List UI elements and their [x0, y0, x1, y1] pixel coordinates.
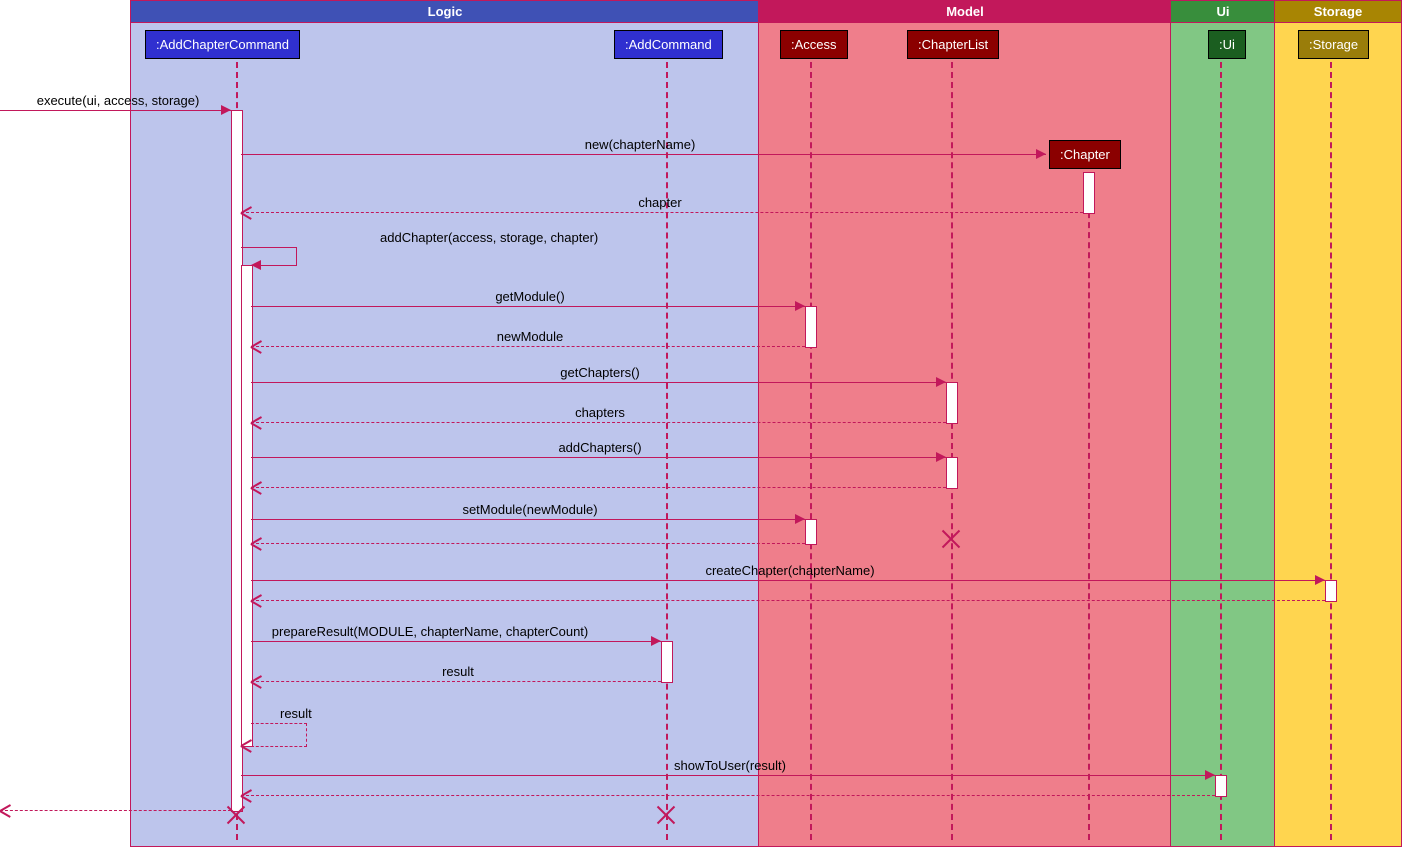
activation-storage — [1325, 580, 1337, 602]
msg-prepareresult-label: prepareResult(MODULE, chapterName, chapt… — [272, 624, 588, 639]
activation-addchaptercommand-inner — [241, 265, 253, 747]
activation-access-1 — [805, 306, 817, 348]
msg-addchapters-label: addChapters() — [558, 440, 641, 455]
arrow-open-icon — [251, 676, 261, 686]
msg-addchapters-return — [251, 487, 946, 489]
activation-ui — [1215, 775, 1227, 797]
arrow-open-icon — [0, 805, 10, 815]
activation-chapterlist-1 — [946, 382, 958, 424]
region-storage: Storage — [1274, 0, 1402, 847]
msg-final-return — [0, 810, 231, 812]
selfmsg-bottom — [251, 265, 297, 266]
participant-ui: :Ui — [1208, 30, 1246, 59]
participant-addchaptercommand: :AddChapterCommand — [145, 30, 300, 59]
arrow-icon — [795, 514, 805, 524]
activation-access-2 — [805, 519, 817, 545]
msg-result-self — [251, 723, 307, 747]
msg-newchapter-label: new(chapterName) — [585, 137, 696, 152]
arrow-icon — [221, 105, 231, 115]
msg-getchapters — [251, 382, 946, 384]
participant-chapterlist: :ChapterList — [907, 30, 999, 59]
msg-result-self-label: result — [280, 706, 312, 721]
msg-createchapter-label: createChapter(chapterName) — [705, 563, 874, 578]
msg-newmodule-label: newModule — [497, 329, 564, 344]
msg-chapter-return-label: chapter — [638, 195, 681, 210]
participant-addcommand: :AddCommand — [614, 30, 723, 59]
arrow-open-icon — [251, 482, 261, 492]
participant-chapter: :Chapter — [1049, 140, 1121, 169]
activation-addcommand — [661, 641, 673, 683]
msg-prepareresult — [251, 641, 661, 643]
msg-chapter-return — [241, 212, 1083, 214]
arrow-icon — [936, 377, 946, 387]
lifeline-addcommand — [666, 62, 668, 840]
arrow-open-icon — [251, 341, 261, 351]
arrow-icon — [651, 636, 661, 646]
arrow-open-icon — [251, 538, 261, 548]
region-ui: Ui — [1170, 0, 1276, 847]
msg-newmodule-return — [251, 346, 805, 348]
destroy-addcommand — [654, 803, 678, 827]
msg-showtouser-return — [241, 795, 1215, 797]
msg-showtouser-label: showToUser(result) — [674, 758, 786, 773]
arrow-icon — [936, 452, 946, 462]
msg-execute — [0, 110, 231, 112]
msg-createchapter-return — [251, 600, 1325, 602]
participant-access: :Access — [780, 30, 848, 59]
arrow-open-icon — [251, 417, 261, 427]
msg-addchapter-label: addChapter(access, storage, chapter) — [380, 230, 598, 245]
msg-result-return — [251, 681, 661, 683]
msg-addchapters — [251, 457, 946, 459]
region-ui-label: Ui — [1171, 1, 1275, 23]
participant-storage: :Storage — [1298, 30, 1369, 59]
msg-addchapter-self — [241, 247, 297, 266]
arrow-icon — [795, 301, 805, 311]
lifeline-access — [810, 62, 812, 840]
lifeline-chapter — [1088, 172, 1090, 840]
destroy-chapterlist — [939, 527, 963, 551]
msg-showtouser — [241, 775, 1215, 777]
activation-chapterlist-2 — [946, 457, 958, 489]
region-storage-label: Storage — [1275, 1, 1401, 23]
msg-getmodule-label: getModule() — [495, 289, 564, 304]
msg-chapters-return — [251, 422, 946, 424]
msg-setmodule-return — [251, 543, 805, 545]
lifeline-chapterlist — [951, 62, 953, 840]
msg-chapters-label: chapters — [575, 405, 625, 420]
msg-execute-label: execute(ui, access, storage) — [37, 93, 200, 108]
msg-result-label: result — [442, 664, 474, 679]
msg-setmodule — [251, 519, 805, 521]
region-model-label: Model — [759, 1, 1171, 23]
arrow-icon — [1036, 149, 1046, 159]
msg-getchapters-label: getChapters() — [560, 365, 639, 380]
arrow-icon — [1315, 575, 1325, 585]
activation-chapter — [1083, 172, 1095, 214]
sequence-diagram: Logic Model Ui Storage :AddChapterComman… — [0, 0, 1403, 847]
destroy-addchaptercommand — [224, 803, 248, 827]
arrow-open-icon — [241, 207, 251, 217]
msg-getmodule — [251, 306, 805, 308]
msg-setmodule-label: setModule(newModule) — [462, 502, 597, 517]
arrow-open-icon — [251, 595, 261, 605]
msg-newchapter — [241, 154, 1046, 156]
arrow-open-icon — [241, 790, 251, 800]
arrow-icon — [1205, 770, 1215, 780]
lifeline-ui — [1220, 62, 1222, 840]
lifeline-storage — [1330, 62, 1332, 840]
arrow-open-icon — [241, 740, 251, 750]
region-logic-label: Logic — [131, 1, 759, 23]
msg-createchapter — [251, 580, 1325, 582]
